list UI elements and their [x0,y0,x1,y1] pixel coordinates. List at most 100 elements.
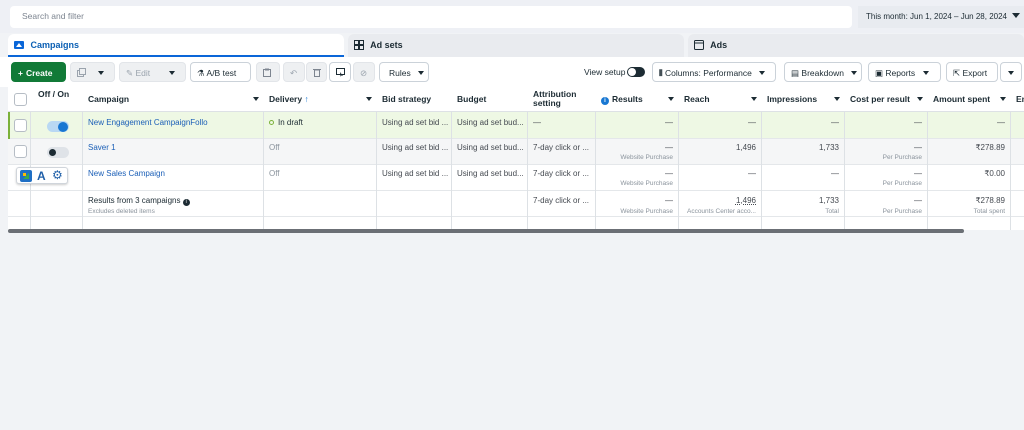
attribution-cell: — [533,118,541,127]
header-impressions-label: Impressions [767,94,818,104]
export-icon: ⇱ [953,68,961,78]
chevron-down-icon [98,71,105,75]
columns-button[interactable]: ⫴ Columns: Performance [652,62,776,82]
summary-results: — [665,196,673,205]
summary-reach[interactable]: 1,496 [679,196,756,205]
cost-per-result-cell: — [914,118,922,127]
tab-label: Ads [710,40,728,50]
export-menu-button[interactable] [1000,62,1022,82]
summary-label-text: Results from 3 campaigns [88,196,181,205]
select-all-checkbox[interactable] [14,93,27,106]
tab-label: Ad sets [370,40,403,50]
horizontal-scrollbar[interactable] [8,229,964,233]
duplicate-icon [77,68,86,77]
impressions-cell: — [831,118,839,127]
archive-button[interactable] [256,62,280,82]
delete-button[interactable] [306,62,327,82]
impressions-cell: 1,733 [818,143,839,152]
chevron-down-icon [1008,71,1014,75]
undo-icon: ↶ [290,68,298,78]
header-attribution[interactable]: Attribution setting [528,87,588,112]
cost-per-result-cell: — [914,169,922,178]
breakdown-button[interactable]: ▤ Breakdown [784,62,862,82]
columns-label: Columns: Performance [664,68,752,78]
campaigns-table: Off / On Campaign Delivery ↑ Bid strateg… [8,87,1024,230]
row-checkbox[interactable] [14,119,27,132]
header-campaign[interactable]: Campaign [83,87,264,112]
tab-label: Campaigns [30,40,80,50]
header-cost-per-result[interactable]: Cost per result [845,87,928,112]
export-button[interactable]: ⇱ Export [946,62,998,82]
bid-strategy-cell: Using ad set bid ... [382,118,449,127]
header-bid-strategy[interactable]: Bid strategy [377,87,452,112]
preview-button[interactable] [329,62,351,82]
date-range-label: This month: Jun 1, 2024 – Jun 28, 2024 [866,12,1007,21]
ab-test-label: A/B test [206,68,237,78]
undo-button[interactable]: ↶ [283,62,305,82]
results-cell: — [665,118,673,127]
rules-button[interactable]: Rules [379,62,429,82]
budget-cell: Using ad set bud... [457,169,524,178]
header-off-on[interactable]: Off / On [33,87,83,112]
header-reach-label: Reach [684,94,710,104]
attribution-cell: 7-day click or ... [533,169,590,178]
summary-amount-spent: ₹278.89 [975,196,1005,205]
chevron-down-icon [751,97,757,101]
view-setup-toggle[interactable] [627,67,645,77]
header-delivery[interactable]: Delivery ↑ [264,87,377,112]
delivery-status: Off [269,143,280,152]
app-logo-icon[interactable] [20,170,32,182]
campaign-name-link[interactable]: New Engagement CampaignFollo [88,118,260,127]
tag-button[interactable]: ⊘ [353,62,375,82]
rules-label: Rules [389,68,411,78]
summary-sublabel: Excludes deleted items [88,208,155,215]
edit-button[interactable]: ✎ Edit [119,62,186,82]
trash-icon [313,69,321,77]
date-range-picker[interactable]: This month: Jun 1, 2024 – Jun 28, 2024 [858,6,1024,28]
tab-ads[interactable]: Ads [688,34,1024,57]
clipboard-icon [263,68,271,77]
ad-icon [694,40,704,50]
impressions-cell: — [831,169,839,178]
cost-per-result-subtext: Per Purchase [882,154,922,161]
campaign-toggle[interactable] [47,121,69,132]
preview-icon [336,68,345,77]
level-tabs: Campaigns Ad sets Ads [0,33,1024,57]
reach-cell: — [748,118,756,127]
summary-attribution: 7-day click or ... [533,196,590,205]
summary-label: Results from 3 campaigns i [88,196,190,206]
summary-cost-per-result-subtext: Per Purchase [882,208,922,215]
translate-icon[interactable]: A [37,169,46,183]
ab-test-button[interactable]: ⚗ A/B test [190,62,251,82]
results-cell: — [665,143,673,152]
breakdown-icon: ▤ [791,68,800,78]
gear-icon[interactable]: ⚙ [52,168,63,182]
header-impressions[interactable]: Impressions [762,87,845,112]
floating-extension-toolbar: A ⚙ [16,167,68,184]
summary-impressions: 1,733 [818,196,839,205]
campaign-name-link[interactable]: New Sales Campaign [88,169,260,178]
header-amount-spent[interactable]: Amount spent [928,87,1011,112]
campaign-name-link[interactable]: Saver 1 [88,143,260,152]
chevron-down-icon [917,97,923,101]
tab-ad-sets[interactable]: Ad sets [348,34,684,57]
tab-campaigns[interactable]: Campaigns [8,34,344,57]
header-reach[interactable]: Reach [679,87,762,112]
search-input[interactable]: Search and filter [10,6,852,28]
reports-icon: ▣ [875,68,884,78]
duplicate-button[interactable] [70,62,115,82]
campaign-toggle[interactable] [47,147,69,158]
reports-button[interactable]: ▣ Reports [868,62,941,82]
chevron-down-icon [851,71,858,75]
columns-icon: ⫴ [659,68,663,78]
header-ends[interactable]: En [1011,87,1024,112]
reach-cell: — [748,169,756,178]
row-checkbox[interactable] [14,145,27,158]
view-setup-text: View setup [584,67,626,77]
header-results[interactable]: i Results [596,87,679,112]
chevron-down-icon [366,97,372,101]
create-button[interactable]: + Create [11,62,66,82]
info-icon[interactable]: i [182,199,190,206]
header-budget[interactable]: Budget [452,87,528,112]
header-delivery-label: Delivery [269,94,303,104]
